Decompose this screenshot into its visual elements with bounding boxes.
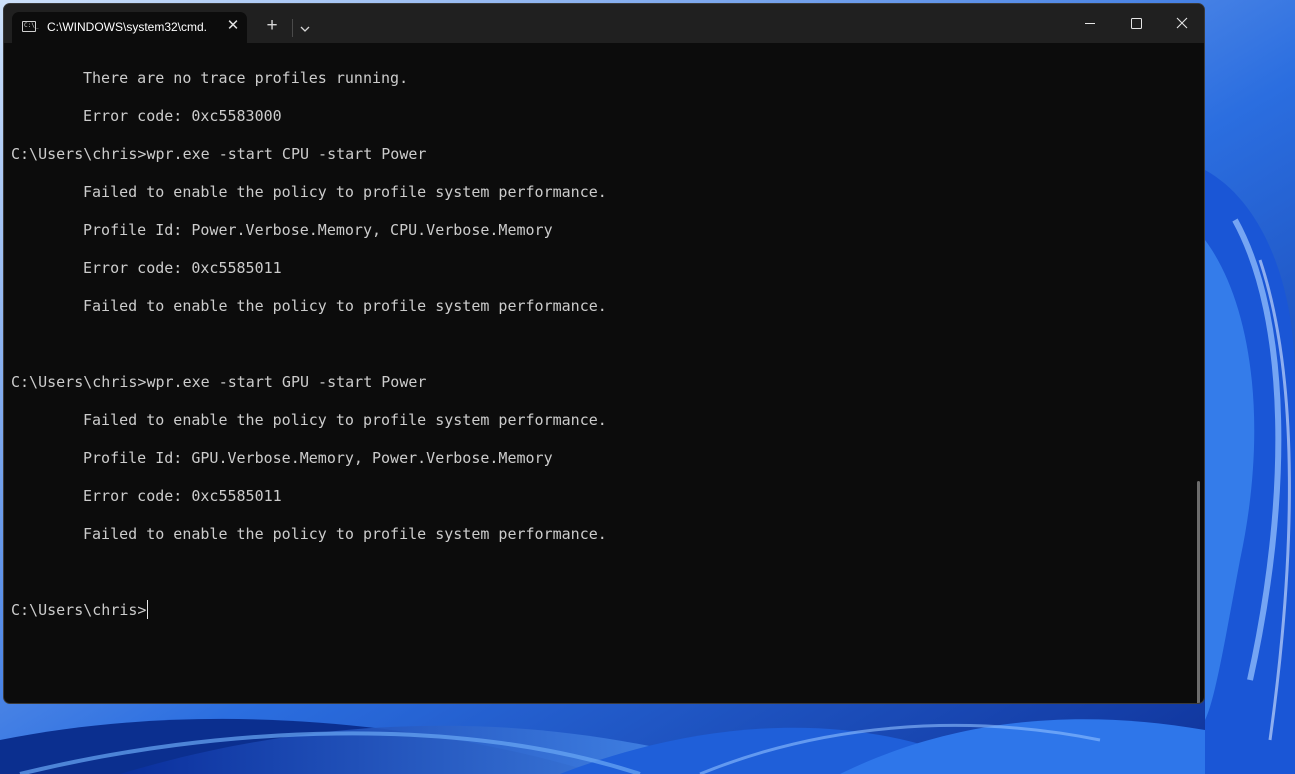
prompt-text: C:\Users\chris> — [11, 601, 147, 619]
output-line: Error code: 0xc5583000 — [83, 107, 282, 125]
tab-close-button[interactable]: ✕ — [225, 18, 241, 34]
output-line: Error code: 0xc5585011 — [83, 487, 282, 505]
prompt-line: C:\Users\chris>wpr.exe -start GPU -start… — [11, 373, 427, 391]
output-line: Profile Id: Power.Verbose.Memory, CPU.Ve… — [83, 221, 553, 239]
cmd-icon: C:\_ — [22, 21, 38, 32]
tab-cmd[interactable]: C:\_ C:\WINDOWS\system32\cmd. ✕ — [12, 12, 247, 43]
output-line: Failed to enable the policy to profile s… — [83, 183, 607, 201]
text-cursor — [147, 600, 149, 619]
output-line: Failed to enable the policy to profile s… — [83, 525, 607, 543]
chevron-down-icon — [300, 26, 310, 32]
output-line: Error code: 0xc5585011 — [83, 259, 282, 277]
tab-separator — [292, 19, 293, 37]
dropdown-button[interactable] — [296, 18, 314, 38]
output-line: Profile Id: GPU.Verbose.Memory, Power.Ve… — [83, 449, 553, 467]
output-line: Failed to enable the policy to profile s… — [83, 297, 607, 315]
output-line: Failed to enable the policy to profile s… — [83, 411, 607, 429]
prompt-line: C:\Users\chris>wpr.exe -start CPU -start… — [11, 145, 427, 163]
title-bar[interactable]: C:\_ C:\WINDOWS\system32\cmd. ✕ + — [4, 4, 1204, 43]
scrollbar[interactable] — [1197, 481, 1200, 703]
terminal-window: C:\_ C:\WINDOWS\system32\cmd. ✕ + There … — [3, 3, 1205, 704]
maximize-button[interactable] — [1113, 4, 1159, 43]
minimize-icon — [1085, 23, 1095, 24]
output-line: There are no trace profiles running. — [83, 69, 409, 87]
minimize-button[interactable] — [1067, 4, 1113, 43]
close-icon — [1176, 17, 1188, 29]
tab-title: C:\WINDOWS\system32\cmd. — [47, 20, 208, 34]
current-prompt[interactable]: C:\Users\chris> — [11, 600, 149, 620]
terminal-output[interactable]: There are no trace profiles running. Err… — [4, 43, 1204, 703]
new-tab-button[interactable]: + — [262, 16, 282, 37]
close-window-button[interactable] — [1159, 4, 1204, 43]
maximize-icon — [1131, 18, 1142, 29]
